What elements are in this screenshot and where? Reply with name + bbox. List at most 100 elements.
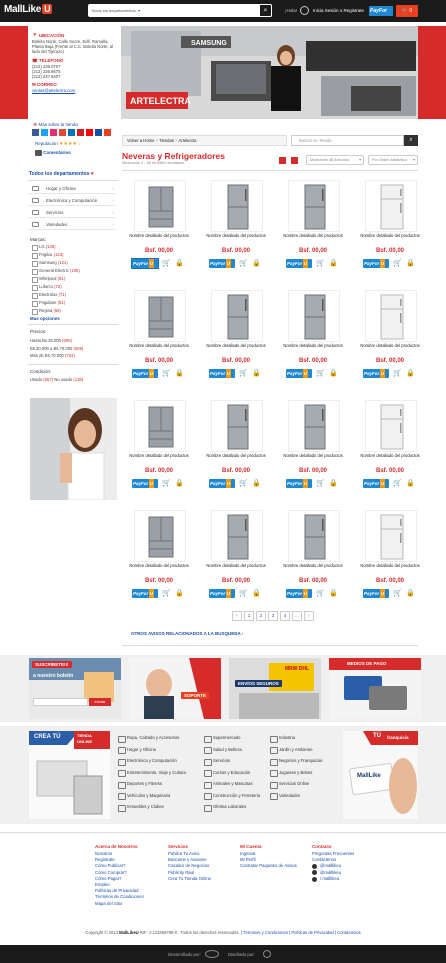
- designer-logo[interactable]: [263, 950, 271, 958]
- add-to-cart-icon[interactable]: 🛒: [162, 369, 171, 378]
- page-3[interactable]: 3: [268, 611, 278, 621]
- product-card[interactable]: Nombre detallado del productos Bsf. 00,00…: [280, 392, 350, 492]
- blog-icon[interactable]: [95, 129, 102, 136]
- sidebar-ad-banner[interactable]: [30, 398, 117, 500]
- lock-icon[interactable]: 🔒: [406, 369, 415, 378]
- product-name[interactable]: Nombre detallado del productos: [126, 453, 192, 459]
- rss-icon[interactable]: [104, 129, 111, 136]
- add-to-cart-icon[interactable]: 🛒: [239, 369, 248, 378]
- brand-checkbox[interactable]: Lufurco (72): [32, 283, 112, 291]
- category-link[interactable]: Jardín y Ambiente: [270, 747, 313, 754]
- category-link[interactable]: Construcción y Ferretería: [204, 793, 260, 800]
- category-link[interactable]: Deportes y Fitness: [118, 781, 162, 789]
- product-card[interactable]: Nombre detallado del productos Bsf. 00,00…: [280, 502, 350, 602]
- terms-link[interactable]: Términos y Condiciones: [243, 930, 288, 935]
- brand-checkbox[interactable]: LG (136): [32, 243, 112, 251]
- payforu-button[interactable]: PayFor U: [132, 479, 158, 488]
- price-filter-option[interactable]: Bs.30.000 a Bs.70.000 (659): [30, 345, 83, 353]
- product-image[interactable]: [134, 400, 186, 452]
- payforu-button[interactable]: PayFor U: [363, 479, 389, 488]
- product-name[interactable]: Nombre detallado del productos: [357, 343, 423, 349]
- product-image[interactable]: [134, 510, 186, 562]
- category-link[interactable]: Variedades: [270, 793, 300, 800]
- about-store-link[interactable]: ⊕ Más sobre la tienda: [33, 122, 78, 128]
- dept-electronica[interactable]: Electrónica y Computación ›: [28, 195, 116, 206]
- add-to-cart-icon[interactable]: 🛒: [162, 259, 171, 268]
- product-image[interactable]: [288, 510, 340, 562]
- payforu-button[interactable]: PayFor U: [363, 259, 389, 268]
- more-options-link[interactable]: Mas opciones: [30, 316, 60, 321]
- developer-logo[interactable]: [205, 950, 219, 958]
- brand-checkbox[interactable]: Samsung (121): [32, 259, 112, 267]
- product-card[interactable]: Nombre detallado del productos Bsf. 00,00…: [203, 282, 273, 382]
- product-card[interactable]: Nombre detallado del productos Bsf. 00,00…: [126, 392, 196, 492]
- product-card[interactable]: Nombre detallado del productos Bsf. 00,00…: [126, 502, 196, 602]
- add-to-cart-icon[interactable]: 🛒: [162, 589, 171, 598]
- payforu-button[interactable]: PayFor U: [209, 369, 235, 378]
- contact-link[interactable]: Contáctenos: [337, 930, 361, 935]
- lock-icon[interactable]: 🔒: [175, 259, 184, 268]
- add-to-cart-icon[interactable]: 🛒: [393, 369, 402, 378]
- lock-icon[interactable]: 🔒: [175, 369, 184, 378]
- footer-link[interactable]: Mapa del Sitio: [95, 901, 165, 907]
- payforu-logo[interactable]: PayForU: [369, 6, 393, 16]
- product-name[interactable]: Nombre detallado del productos: [357, 563, 423, 569]
- product-name[interactable]: Nombre detallado del productos: [126, 563, 192, 569]
- lock-icon[interactable]: 🔒: [406, 259, 415, 268]
- add-to-cart-icon[interactable]: 🛒: [393, 589, 402, 598]
- youtube-icon[interactable]: [86, 129, 93, 136]
- lock-icon[interactable]: 🔒: [252, 589, 261, 598]
- payforu-button[interactable]: PayFor U: [286, 259, 312, 268]
- category-link[interactable]: Ofertas Laborales: [204, 804, 246, 812]
- condition-new[interactable]: No usado (139): [54, 377, 83, 382]
- category-link[interactable]: Ropa, Calzado y Accesorios: [118, 735, 179, 743]
- category-link[interactable]: Animales y Mascotas: [204, 781, 253, 789]
- page-4[interactable]: 4: [280, 611, 290, 621]
- product-image[interactable]: [211, 290, 263, 342]
- payforu-button[interactable]: PayFor U: [209, 259, 235, 268]
- footer-link[interactable]: Contratar Paquetes de Avisos: [240, 863, 310, 869]
- login-link[interactable]: Inicia Sesión o Registrate: [313, 8, 364, 13]
- create-store-promo[interactable]: CREA TÚ TIENDA ONLINE: [29, 731, 110, 819]
- payforu-button[interactable]: PayFor U: [286, 369, 312, 378]
- product-name[interactable]: Nombre detallado del productos: [280, 343, 346, 349]
- category-link[interactable]: Hogar y Oficina: [118, 747, 156, 754]
- product-card[interactable]: Nombre detallado del productos Bsf. 00,00…: [126, 282, 196, 382]
- add-to-cart-icon[interactable]: 🛒: [239, 589, 248, 598]
- category-link[interactable]: Electrónica y Computación: [118, 758, 177, 766]
- product-name[interactable]: Nombre detallado del productos: [203, 233, 269, 239]
- category-link[interactable]: Servicios: [204, 758, 230, 766]
- comments-link[interactable]: Comentarios: [35, 150, 71, 156]
- category-link[interactable]: Industria: [270, 735, 295, 743]
- product-name[interactable]: Nombre detallado del productos: [203, 563, 269, 569]
- shipping-promo[interactable]: MRW DHL ENVÍOS SEGUROS: [229, 658, 321, 719]
- footer-link[interactable]: / malllikeu: [312, 876, 382, 882]
- payforu-button[interactable]: PayFor U: [286, 589, 312, 598]
- footer-link[interactable]: Crea Tu Tienda Online: [168, 876, 238, 882]
- product-image[interactable]: [365, 400, 417, 452]
- product-image[interactable]: [365, 180, 417, 232]
- product-card[interactable]: Nombre detallado del productos Bsf. 00,00…: [126, 172, 196, 272]
- brand-checkbox[interactable]: Whirlpool (81): [32, 275, 112, 283]
- lock-icon[interactable]: 🔒: [175, 479, 184, 488]
- lock-icon[interactable]: 🔒: [329, 259, 338, 268]
- payforu-button[interactable]: PayFor U: [132, 589, 158, 598]
- category-link[interactable]: Vehículos y Maquinaria: [118, 793, 170, 800]
- search-button[interactable]: ⌕: [259, 4, 272, 17]
- payforu-button[interactable]: PayFor U: [363, 369, 389, 378]
- product-name[interactable]: Nombre detallado del productos: [280, 233, 346, 239]
- price-filter-option[interactable]: Más de Bs.70.000 (724): [30, 352, 83, 360]
- page-1[interactable]: 1: [244, 611, 254, 621]
- add-to-cart-icon[interactable]: 🛒: [316, 369, 325, 378]
- product-image[interactable]: [211, 510, 263, 562]
- twitter-icon[interactable]: [41, 129, 48, 136]
- add-to-cart-icon[interactable]: 🛒: [316, 259, 325, 268]
- add-to-cart-icon[interactable]: 🛒: [162, 479, 171, 488]
- product-image[interactable]: [288, 290, 340, 342]
- googleplus-icon[interactable]: [59, 129, 66, 136]
- product-card[interactable]: Nombre detallado del productos Bsf. 00,00…: [357, 172, 427, 272]
- category-link[interactable]: Entretenimiento, Viaje y Cultura: [118, 770, 186, 777]
- category-link[interactable]: Negocios y Franquicias: [270, 758, 323, 766]
- product-image[interactable]: [134, 290, 186, 342]
- page-2[interactable]: 2: [256, 611, 266, 621]
